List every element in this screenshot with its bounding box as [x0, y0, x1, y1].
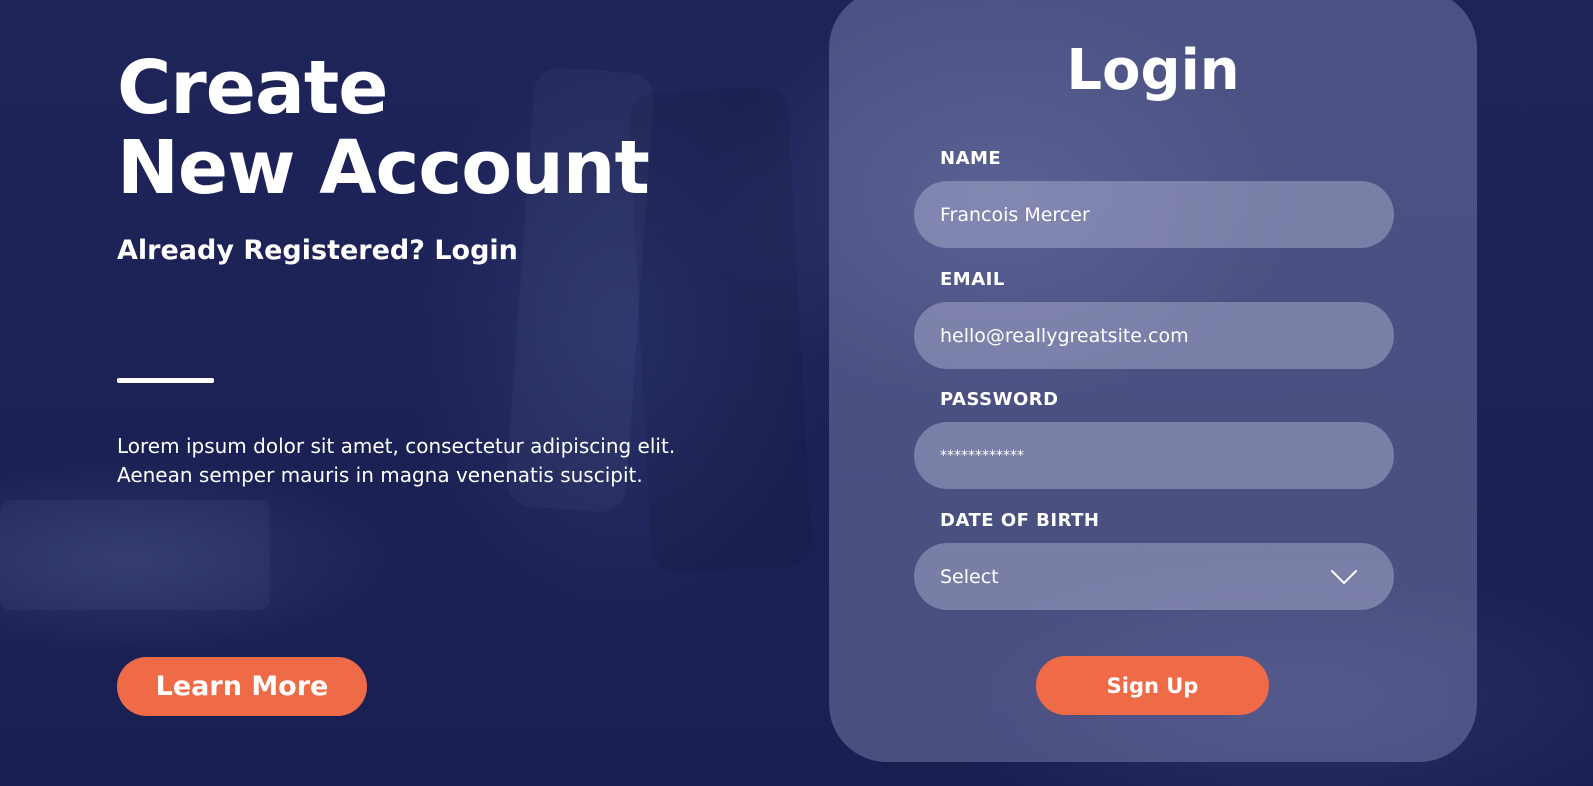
email-field-value: hello@reallygreatsite.com: [940, 324, 1189, 347]
name-field[interactable]: Francois Mercer: [914, 181, 1394, 248]
email-field[interactable]: hello@reallygreatsite.com: [914, 302, 1394, 369]
description-text: Lorem ipsum dolor sit amet, consectetur …: [117, 432, 757, 490]
password-field-value: ************: [940, 447, 1024, 464]
password-field-label: PASSWORD: [940, 389, 1059, 410]
page-title-line-1: Create: [117, 45, 389, 131]
name-field-label: NAME: [940, 148, 1002, 169]
page-title-line-2: New Account: [117, 125, 650, 211]
learn-more-button[interactable]: Learn More: [117, 657, 367, 716]
sign-up-button[interactable]: Sign Up: [1036, 656, 1269, 715]
description-line-2: Aenean semper mauris in magna venenatis …: [117, 463, 643, 487]
description-line-1: Lorem ipsum dolor sit amet, consectetur …: [117, 434, 676, 458]
chevron-down-icon: [1331, 569, 1357, 584]
signup-form-card: Login NAME Francois Mercer EMAIL hello@r…: [829, 0, 1477, 762]
divider: [117, 378, 214, 383]
email-field-label: EMAIL: [940, 269, 1005, 290]
page-title: Create New Account: [117, 48, 757, 208]
password-field[interactable]: ************: [914, 422, 1394, 489]
hero-section: Create New Account Already Registered? L…: [117, 48, 757, 268]
background-table-shape: [0, 500, 270, 610]
date-of-birth-select[interactable]: Select: [914, 543, 1394, 610]
form-title: Login: [1066, 38, 1240, 103]
date-of-birth-select-value: Select: [940, 565, 999, 588]
date-of-birth-field-label: DATE OF BIRTH: [940, 510, 1100, 531]
name-field-value: Francois Mercer: [940, 203, 1090, 226]
already-registered-login-link[interactable]: Already Registered? Login: [117, 234, 757, 268]
